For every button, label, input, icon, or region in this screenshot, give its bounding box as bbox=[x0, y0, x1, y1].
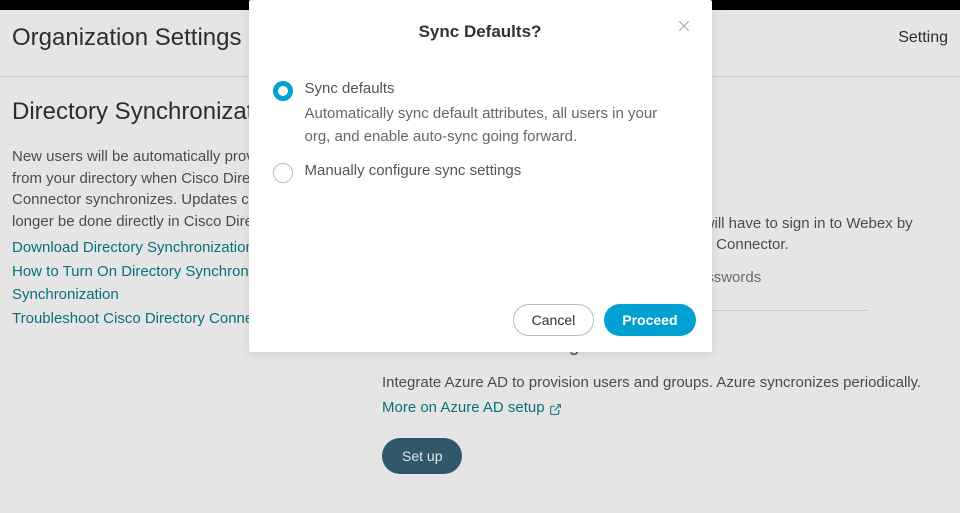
radio-icon-unselected[interactable] bbox=[273, 163, 293, 183]
radio-description: Automatically sync default attributes, a… bbox=[305, 103, 688, 148]
close-icon[interactable] bbox=[676, 18, 694, 36]
radio-icon-selected[interactable] bbox=[273, 81, 293, 101]
radio-group: Sync defaults Automatically sync default… bbox=[273, 80, 688, 183]
radio-option-sync-defaults[interactable]: Sync defaults Automatically sync default… bbox=[273, 80, 688, 148]
radio-option-manual[interactable]: Manually configure sync settings bbox=[273, 162, 688, 183]
sync-defaults-modal: Sync Defaults? Sync defaults Automatical… bbox=[249, 0, 712, 352]
proceed-button[interactable]: Proceed bbox=[604, 304, 695, 336]
radio-label: Sync defaults bbox=[305, 80, 688, 97]
modal-overlay: Sync Defaults? Sync defaults Automatical… bbox=[0, 0, 960, 513]
modal-title: Sync Defaults? bbox=[273, 22, 688, 42]
cancel-button[interactable]: Cancel bbox=[513, 304, 595, 336]
radio-label: Manually configure sync settings bbox=[305, 162, 688, 179]
